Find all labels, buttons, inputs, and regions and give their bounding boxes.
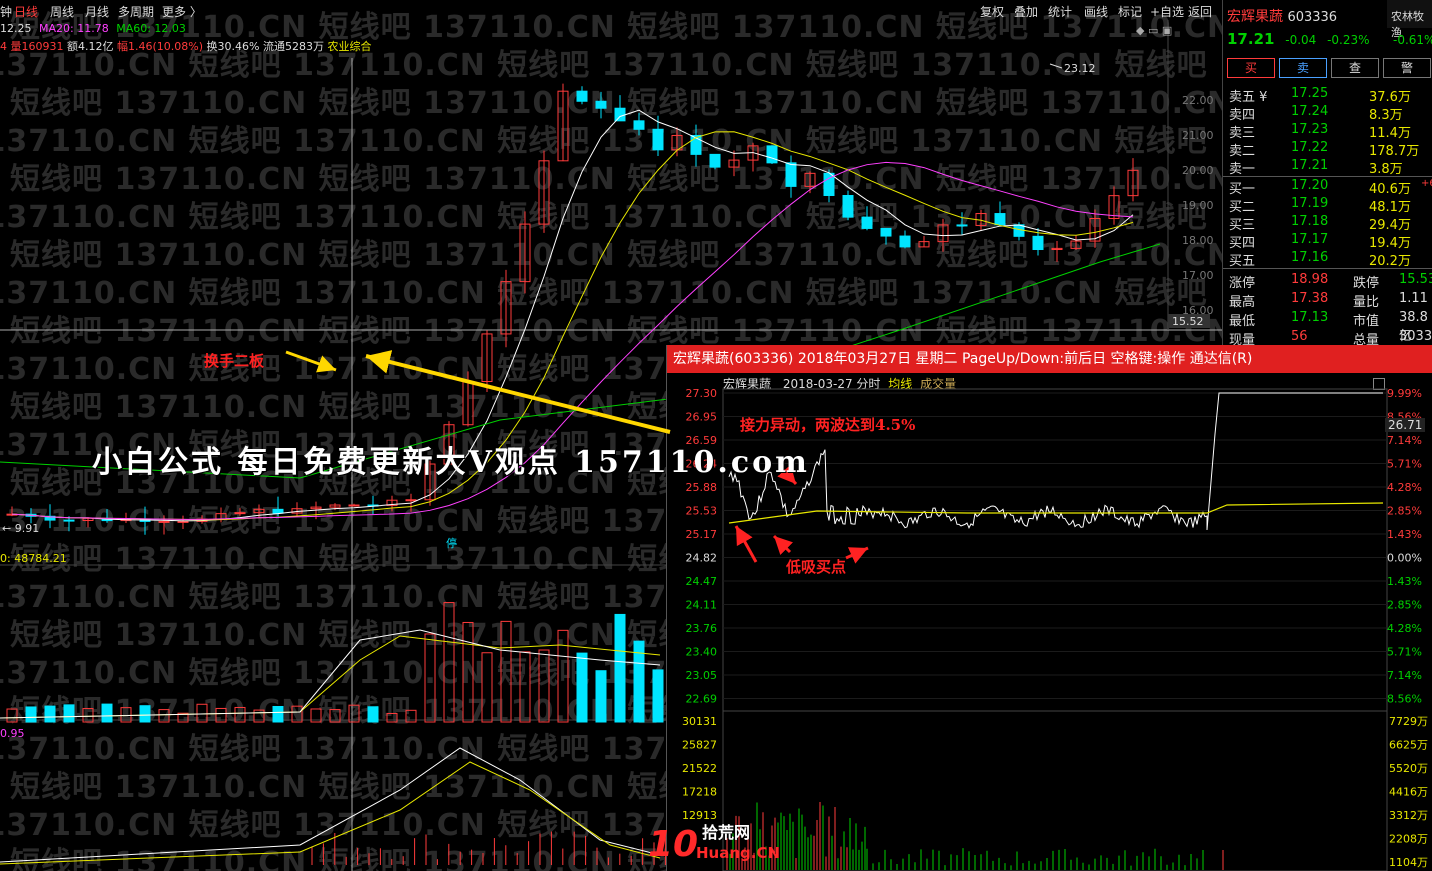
handoff-annotation: 换手二板: [204, 352, 265, 370]
logo-icon: 10 拾荒网 Huang.CN: [648, 823, 780, 865]
handoff-arrow: [285, 350, 337, 373]
logo-sub: Huang.CN: [696, 844, 780, 862]
site-logo: 10 拾荒网 Huang.CN: [648, 818, 788, 871]
logo-text: 拾荒网: [702, 823, 750, 842]
long-yellow-arrow: [365, 350, 671, 434]
lowbuy-arrow-3: [845, 546, 869, 564]
logo-number: 10: [648, 824, 698, 865]
relay-annotation: 接力异动，两波达到4.5%: [740, 416, 916, 434]
lowbuy-annotation: 低吸买点: [786, 558, 847, 576]
annotation-arrows: [285, 350, 869, 564]
lowbuy-arrow-2: [772, 534, 794, 556]
lowbuy-arrow-1: [734, 525, 758, 563]
promo-banner: 小白公式 每日免费更新大V观点 157110.com: [92, 445, 810, 480]
